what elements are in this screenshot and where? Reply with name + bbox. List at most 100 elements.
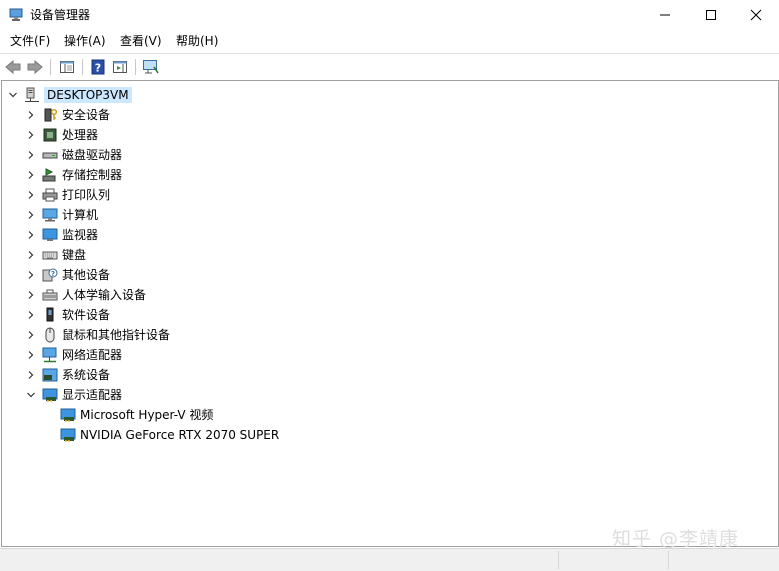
expand-chevron-icon[interactable] [24,265,38,285]
help-button[interactable]: ? [88,57,108,77]
device-manager-app-icon [8,7,24,23]
close-icon [750,9,762,21]
expand-chevron-icon[interactable] [24,305,38,325]
tree-item-monitors[interactable]: 监视器 [24,225,98,245]
hid-icon [42,287,58,303]
expand-chevron-icon[interactable] [24,145,38,165]
expand-chevron-icon[interactable] [24,225,38,245]
tree-item-storage-controllers[interactable]: 存储控制器 [24,165,122,185]
category-label: 软件设备 [62,308,111,322]
title-bar: 设备管理器 [0,0,779,30]
tree-root[interactable]: DESKTOP3VM [6,85,132,105]
tree-item-other-devices[interactable]: ? 其他设备 [24,265,110,285]
storage-controller-icon [42,167,58,183]
forward-button[interactable] [25,57,45,77]
display-adapter-icon [60,427,76,443]
display-adapter-icon [42,387,58,403]
printer-icon [42,187,58,203]
show-hide-console-tree-icon [60,61,74,73]
toolbar-separator [50,59,51,75]
action-pane-icon [113,61,127,73]
computer-network-icon [24,87,40,103]
status-separator [558,551,559,569]
category-label: 处理器 [62,128,99,142]
minimize-icon [660,14,670,16]
category-label: 鼠标和其他指针设备 [62,328,171,342]
tree-item-processors[interactable]: 处理器 [24,125,98,145]
tree-item-mice[interactable]: 鼠标和其他指针设备 [24,325,170,345]
category-label: 显示适配器 [62,388,123,402]
show-hide-console-tree-button[interactable] [57,57,77,77]
device-label: NVIDIA GeForce RTX 2070 SUPER [80,428,280,442]
menu-view[interactable]: 查看(V) [119,33,163,49]
back-icon [5,59,21,75]
expand-chevron-icon[interactable] [24,245,38,265]
display-adapter-icon [60,407,76,423]
menu-help[interactable]: 帮助(H) [175,33,219,49]
tree-item-software-devices[interactable]: 软件设备 [24,305,110,325]
collapse-chevron-icon[interactable] [24,385,38,405]
scan-hardware-button[interactable] [141,57,161,77]
forward-icon [27,59,43,75]
expand-chevron-icon[interactable] [24,165,38,185]
category-label: 计算机 [62,208,99,222]
computer-name-label: DESKTOP3VM [44,87,132,103]
toolbar-separator [82,59,83,75]
system-device-icon [42,367,58,383]
tree-item-disk-drives[interactable]: 磁盘驱动器 [24,145,122,165]
category-label: 人体学输入设备 [62,288,147,302]
expand-chevron-icon[interactable] [24,345,38,365]
maximize-button[interactable] [688,0,734,30]
monitor-icon [42,227,58,243]
status-bar [0,548,779,571]
category-label: 安全设备 [62,108,111,122]
keyboard-icon [42,247,58,263]
tree-item-print-queues[interactable]: 打印队列 [24,185,110,205]
category-label: 键盘 [62,248,87,262]
expand-chevron-icon[interactable] [24,125,38,145]
software-device-icon [42,307,58,323]
collapse-chevron-icon[interactable] [6,85,20,105]
svg-text:?: ? [95,62,101,75]
network-adapter-icon [42,347,58,363]
tree-item-keyboards[interactable]: 键盘 [24,245,86,265]
computer-icon [42,207,58,223]
category-label: 打印队列 [62,188,111,202]
action-pane-button[interactable] [110,57,130,77]
menu-bar: 文件(F) 操作(A) 查看(V) 帮助(H) [0,30,779,52]
tree-item-human-interface-devices[interactable]: 人体学输入设备 [24,285,146,305]
maximize-icon [706,10,716,20]
toolbar-separator [135,59,136,75]
device-tree[interactable]: DESKTOP3VM 安全设备 处理器 磁盘驱动器 存储控制器 打印队列 计算机… [1,80,779,547]
category-label: 存储控制器 [62,168,123,182]
tree-item-system-devices[interactable]: 系统设备 [24,365,110,385]
svg-text:?: ? [51,270,55,278]
disk-drive-icon [42,147,58,163]
expand-chevron-icon[interactable] [24,185,38,205]
expand-chevron-icon[interactable] [24,105,38,125]
minimize-button[interactable] [642,0,688,30]
category-label: 系统设备 [62,368,111,382]
expand-chevron-icon[interactable] [24,365,38,385]
expand-chevron-icon[interactable] [24,325,38,345]
tree-item-network-adapters[interactable]: 网络适配器 [24,345,122,365]
expand-chevron-icon[interactable] [24,285,38,305]
mouse-icon [42,327,58,343]
watermark: 知乎 @李靖康 [612,528,740,550]
security-device-icon [42,107,58,123]
tree-item-computer[interactable]: 计算机 [24,205,98,225]
help-icon: ? [91,59,105,75]
tree-item-display-adapters[interactable]: 显示适配器 [24,385,122,405]
other-device-icon: ? [42,267,58,283]
window-title: 设备管理器 [30,8,91,22]
menu-action[interactable]: 操作(A) [63,33,107,49]
tree-item-security-devices[interactable]: 安全设备 [24,105,110,125]
menu-file[interactable]: 文件(F) [9,33,51,49]
category-label: 监视器 [62,228,99,242]
back-button[interactable] [3,57,23,77]
scan-hardware-icon [143,60,159,74]
device-microsoft-hyper-v-video[interactable]: Microsoft Hyper-V 视频 [60,405,213,425]
expand-chevron-icon[interactable] [24,205,38,225]
device-nvidia-geforce-rtx-2070-super[interactable]: NVIDIA GeForce RTX 2070 SUPER [60,425,279,445]
close-button[interactable] [733,0,779,30]
